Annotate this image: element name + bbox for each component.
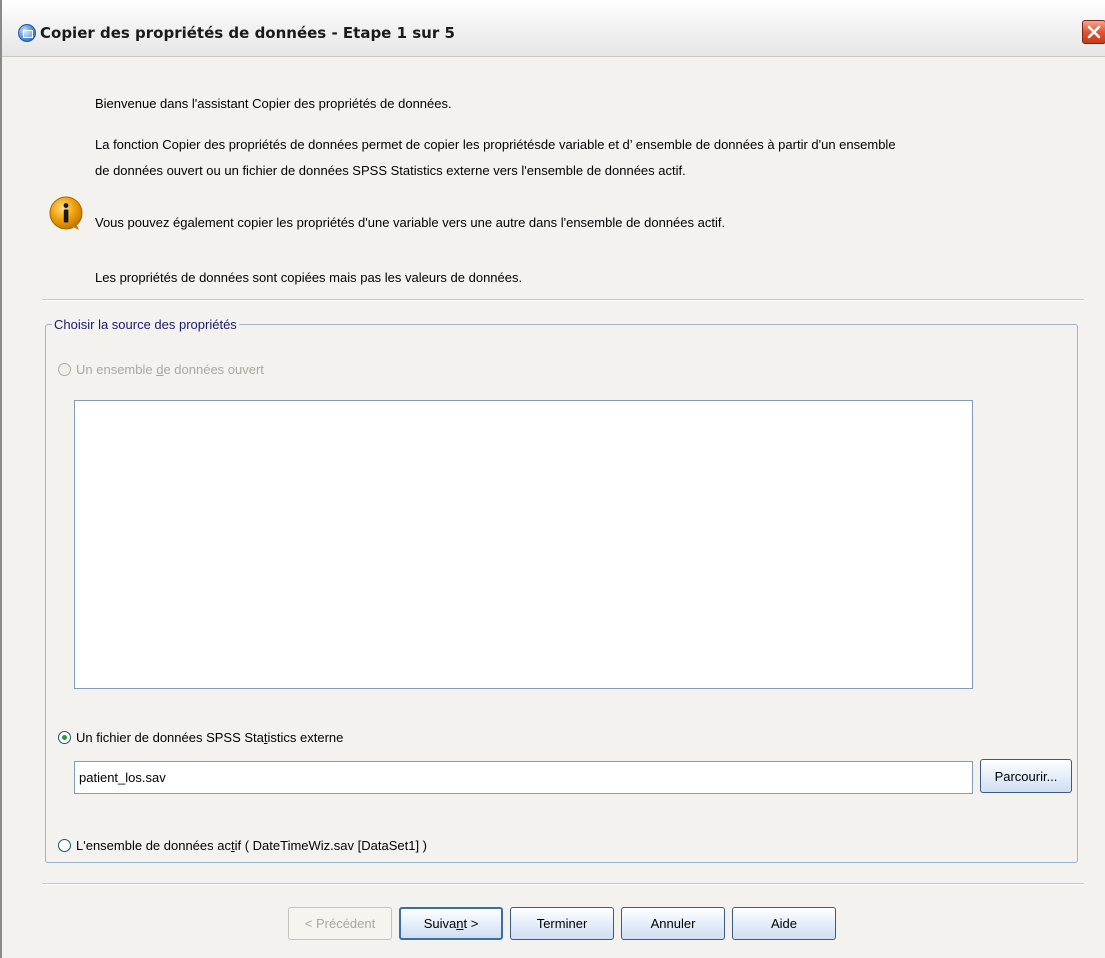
separator-bottom: [42, 883, 1084, 885]
close-button[interactable]: [1082, 20, 1105, 44]
variable-note-text: Vous pouvez également copier les proprié…: [95, 215, 726, 230]
title-bar[interactable]: Copier des propriétés de données - Etape…: [2, 0, 1105, 57]
description-line-1: La fonction Copier des propriétés de don…: [95, 137, 896, 152]
radio-external-file-button[interactable]: [58, 730, 71, 744]
help-button[interactable]: Aide: [732, 907, 836, 940]
info-icon: [49, 196, 83, 230]
close-icon: [1087, 25, 1101, 39]
next-button[interactable]: Suiva n t >: [399, 907, 503, 940]
welcome-text: Bienvenue dans l'assistant Copier des pr…: [95, 96, 452, 111]
previous-button[interactable]: < Précédent: [288, 907, 392, 940]
radio-active-dataset-button[interactable]: [58, 838, 71, 852]
separator-top: [42, 299, 1084, 301]
open-datasets-list[interactable]: [74, 400, 973, 689]
cancel-button[interactable]: Annuler: [621, 907, 725, 940]
finish-button[interactable]: Terminer: [510, 907, 614, 940]
radio-active-dataset[interactable]: L'ensemble de données actif ( DateTimeWi…: [58, 836, 427, 854]
description-line-2: de données ouvert ou un fichier de donné…: [95, 163, 686, 178]
window-title: Copier des propriétés de données - Etape…: [40, 24, 455, 42]
app-globe-icon: [18, 24, 36, 42]
radio-external-file-label: Un fichier de données SPSS Statistics ex…: [76, 729, 344, 745]
radio-open-dataset[interactable]: Un ensemble de données ouvert: [58, 360, 264, 378]
browse-button[interactable]: Parcourir...: [980, 759, 1072, 793]
file-path-input[interactable]: [74, 761, 973, 794]
wizard-dialog: Copier des propriétés de données - Etape…: [0, 0, 1105, 958]
radio-active-dataset-label: L'ensemble de données actif ( DateTimeWi…: [76, 837, 428, 853]
radio-external-file[interactable]: Un fichier de données SPSS Statistics ex…: [58, 728, 343, 746]
radio-open-dataset-button[interactable]: [58, 362, 71, 376]
values-note-text: Les propriétés de données sont copiées m…: [95, 270, 523, 285]
radio-open-dataset-label: Un ensemble de données ouvert: [76, 361, 264, 377]
source-group-legend: Choisir la source des propriétés: [52, 317, 239, 332]
